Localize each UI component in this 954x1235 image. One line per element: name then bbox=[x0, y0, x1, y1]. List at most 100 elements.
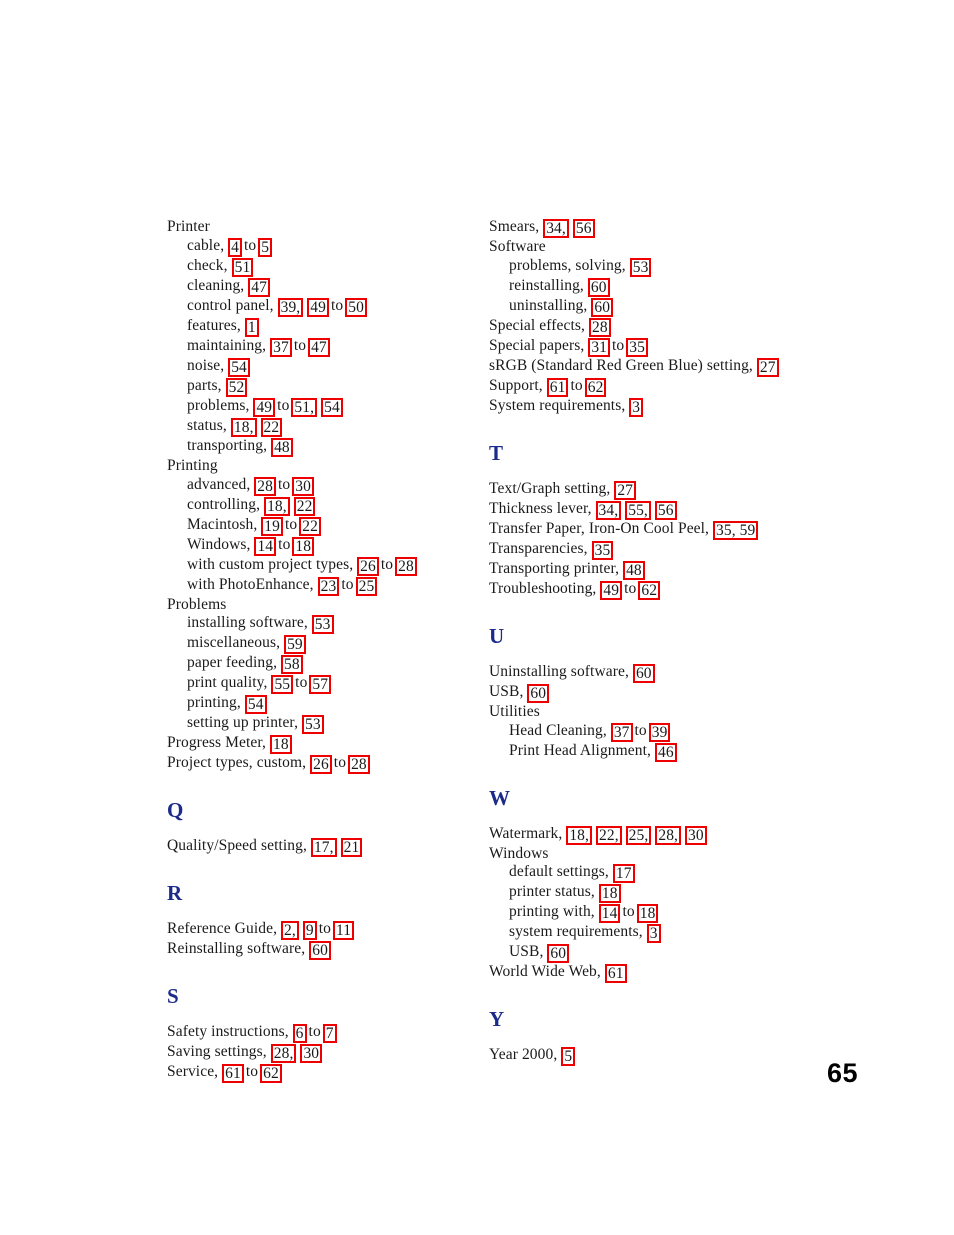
page-ref-box[interactable]: 2, bbox=[281, 921, 299, 941]
index-entry-label: Transparencies, bbox=[489, 539, 588, 557]
page-ref-box[interactable]: 31 bbox=[588, 337, 611, 357]
page-ref-box[interactable]: 49 bbox=[600, 580, 623, 600]
page-ref-box[interactable]: 56 bbox=[572, 219, 595, 238]
page-ref-box[interactable]: 39, bbox=[277, 297, 304, 317]
page-ref-box[interactable]: 47 bbox=[308, 337, 330, 357]
page-ref-box[interactable]: 54 bbox=[244, 695, 267, 715]
page-ref-box[interactable]: 3 bbox=[646, 924, 661, 944]
page-ref-box[interactable]: 28 bbox=[348, 755, 370, 775]
index-entry-label: control panel, bbox=[187, 296, 274, 314]
page-ref-box[interactable]: 27 bbox=[756, 357, 779, 377]
page-ref-box[interactable]: 61 bbox=[222, 1064, 244, 1084]
page-ref-box[interactable]: 22, bbox=[596, 825, 622, 845]
page-ref-box[interactable]: 60 bbox=[527, 683, 550, 703]
page-ref-box[interactable]: 62 bbox=[584, 377, 607, 397]
page-ref-box[interactable]: 59 bbox=[284, 635, 306, 655]
page-ref-box[interactable]: 53 bbox=[629, 257, 652, 277]
page-ref-box[interactable]: 30 bbox=[685, 825, 707, 845]
page-ref-box[interactable]: 27 bbox=[614, 480, 637, 500]
page-ref-box[interactable]: 18 bbox=[598, 884, 621, 904]
index-entry-label: with custom project types, bbox=[187, 555, 354, 573]
index-entry: sRGB (Standard Red Green Blue) setting, … bbox=[489, 357, 809, 377]
page-ref-box[interactable]: 56 bbox=[654, 500, 677, 520]
page-ref-box[interactable]: 28 bbox=[254, 476, 276, 496]
page-ref-box[interactable]: 35, 59 bbox=[713, 520, 759, 540]
index-entry-label: sRGB (Standard Red Green Blue) setting, bbox=[489, 356, 753, 374]
page-ref-box[interactable]: 30 bbox=[300, 1044, 323, 1064]
page-ref-box[interactable]: 51 bbox=[231, 257, 254, 277]
page-ref-box[interactable]: 61 bbox=[604, 964, 627, 984]
page-ref-box[interactable]: 26 bbox=[310, 755, 332, 775]
page-ref-box[interactable]: 9 bbox=[302, 921, 317, 941]
page-ref-box[interactable]: 18, bbox=[264, 496, 290, 516]
page-ref-box[interactable]: 48 bbox=[271, 437, 293, 457]
page-ref-box[interactable]: 21 bbox=[340, 838, 363, 858]
index-entry-label: Year 2000, bbox=[489, 1046, 558, 1064]
page-ref-box[interactable]: 18 bbox=[270, 735, 292, 755]
page-ref-box[interactable]: 49 bbox=[253, 397, 276, 417]
page-ref-box[interactable]: 28 bbox=[588, 317, 611, 337]
page-ref-box[interactable]: 60 bbox=[547, 944, 570, 964]
page-ref-box[interactable]: 17, bbox=[310, 838, 337, 858]
page-ref-box[interactable]: 14 bbox=[598, 904, 621, 924]
page-ref-box[interactable]: 6 bbox=[292, 1024, 307, 1044]
page-ref-box[interactable]: 46 bbox=[655, 742, 677, 762]
page-ref-box[interactable]: 52 bbox=[225, 377, 248, 397]
page-ref-box[interactable]: 47 bbox=[248, 277, 270, 297]
page-ref-box[interactable]: 1 bbox=[244, 317, 259, 337]
page-ref-box[interactable]: 22 bbox=[299, 516, 321, 536]
page-ref-box[interactable]: 18, bbox=[566, 825, 593, 845]
page-ref-box[interactable]: 30 bbox=[292, 476, 314, 496]
page-ref-box[interactable]: 19 bbox=[261, 516, 283, 536]
page-ref-box[interactable]: 34, bbox=[595, 500, 622, 520]
index-entry: transporting, 48 bbox=[167, 437, 467, 457]
page-ref-box[interactable]: 60 bbox=[587, 277, 610, 297]
page-ref-box[interactable]: 14 bbox=[254, 536, 277, 556]
page-ref-box[interactable]: 35 bbox=[626, 337, 648, 357]
page-ref-box[interactable]: 22 bbox=[260, 417, 283, 437]
page-ref-box[interactable]: 60 bbox=[591, 297, 614, 317]
index-entry-label: parts, bbox=[187, 376, 222, 394]
page-ref-box[interactable]: 51, bbox=[291, 397, 318, 417]
page-ref-box[interactable]: 62 bbox=[260, 1064, 282, 1084]
page-ref-box[interactable]: 39 bbox=[648, 722, 671, 742]
page-ref-box[interactable]: 60 bbox=[309, 941, 331, 961]
page-ref-box[interactable]: 25 bbox=[355, 576, 378, 596]
page-ref-box[interactable]: 54 bbox=[321, 397, 343, 417]
page-ref-box[interactable]: 18 bbox=[636, 904, 659, 924]
page-ref-box[interactable]: 17 bbox=[612, 864, 635, 884]
page-ref-box[interactable]: 3 bbox=[629, 397, 644, 417]
page-ref-box[interactable]: 49 bbox=[307, 297, 329, 317]
page-ref-box[interactable]: 58 bbox=[281, 655, 303, 675]
page-ref-box[interactable]: 18, bbox=[230, 417, 257, 437]
page-ref-box[interactable]: 53 bbox=[302, 715, 324, 735]
page-ref-box[interactable]: 34, bbox=[543, 219, 569, 238]
page-ref-box[interactable]: 28, bbox=[655, 825, 682, 845]
page-ref-box[interactable]: 28, bbox=[270, 1044, 297, 1064]
page-ref-box[interactable]: 60 bbox=[632, 663, 655, 683]
page-ref-box[interactable]: 26 bbox=[357, 556, 379, 576]
page-ref-box[interactable]: 48 bbox=[623, 560, 645, 580]
page-ref-box[interactable]: 23 bbox=[317, 576, 340, 596]
page-ref-box[interactable]: 55, bbox=[625, 500, 651, 520]
page-ref-box[interactable]: 28 bbox=[395, 556, 417, 576]
page-ref-box[interactable]: 5 bbox=[258, 237, 273, 257]
page-ref-box[interactable]: 18 bbox=[292, 536, 315, 556]
page-ref-box[interactable]: 53 bbox=[311, 615, 334, 635]
page-ref-box[interactable]: 25, bbox=[625, 825, 652, 845]
page-ref-box[interactable]: 5 bbox=[561, 1047, 576, 1067]
page-ref-box[interactable]: 22 bbox=[293, 496, 316, 516]
page-ref-box[interactable]: 54 bbox=[228, 357, 250, 377]
page-ref-box[interactable]: 57 bbox=[309, 675, 332, 695]
page-ref-box[interactable]: 37 bbox=[270, 337, 292, 357]
page-ref-box[interactable]: 35 bbox=[591, 540, 614, 560]
page-ref-box[interactable]: 4 bbox=[228, 237, 243, 257]
page-ref-box[interactable]: 62 bbox=[638, 580, 661, 600]
page-ref-box[interactable]: 61 bbox=[546, 377, 569, 397]
page-ref-box[interactable]: 50 bbox=[345, 297, 367, 317]
page-ref-box[interactable]: 55 bbox=[271, 675, 294, 695]
page-ref-box[interactable]: 37 bbox=[610, 722, 633, 742]
page-ref-box[interactable]: 11 bbox=[332, 921, 355, 941]
page-ref-box[interactable]: 7 bbox=[322, 1024, 337, 1044]
